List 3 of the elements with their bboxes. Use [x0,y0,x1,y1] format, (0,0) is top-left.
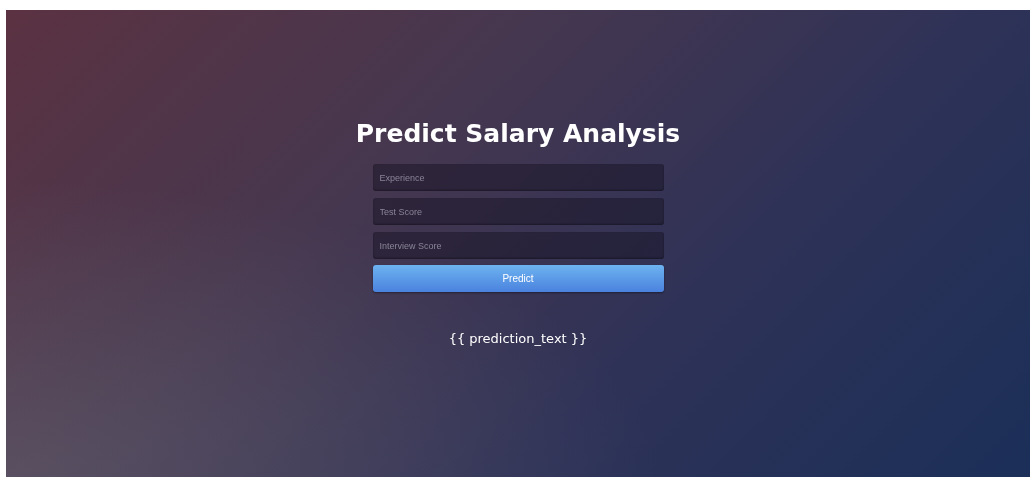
page-title: Predict Salary Analysis [355,118,681,150]
predict-button[interactable]: Predict [372,265,664,292]
prediction-text: {{ prediction_text }} [448,330,588,348]
